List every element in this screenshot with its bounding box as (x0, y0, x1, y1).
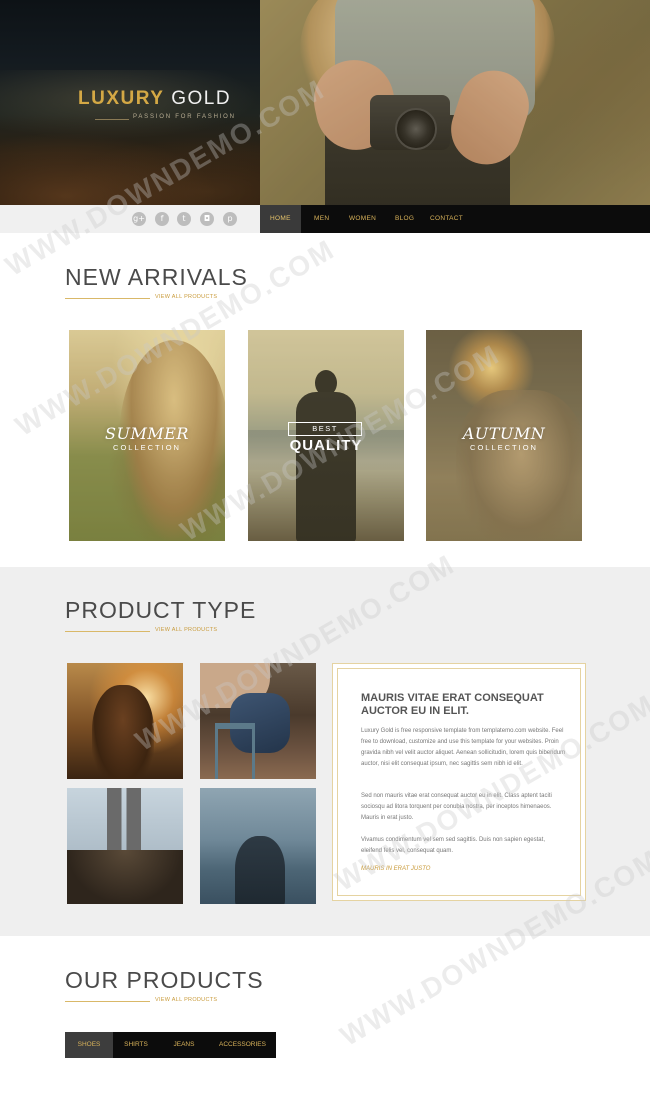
product-tabs: SHOES SHIRTS JEANS ACCESSORIES (65, 1032, 276, 1058)
our-products-view-all-link[interactable]: VIEW ALL PRODUCTS (155, 997, 217, 1003)
hero-camera-photo (260, 0, 650, 205)
our-products-title: OUR PRODUCTS (65, 967, 264, 993)
info-paragraph-3: Vivamus condimentum vel sem sed sagittis… (361, 837, 545, 854)
nav-item-women[interactable]: WOMEN (349, 205, 376, 233)
site-tagline: PASSION FOR FASHION (133, 114, 236, 120)
logo-gold-word: LUXURY (78, 88, 165, 109)
nav-item-blog[interactable]: BLOG (395, 205, 414, 233)
tab-shirts[interactable]: SHIRTS (113, 1032, 159, 1058)
social-bar: g+ f t ◘ p (0, 205, 260, 233)
product-type-title: PRODUCT TYPE (65, 597, 257, 623)
info-paragraph-1: Luxury Gold is free responsive template … (361, 728, 566, 767)
nav-item-men[interactable]: MEN (314, 205, 329, 233)
quality-label: QUALITY (289, 437, 363, 454)
nav-item-home[interactable]: HOME (260, 205, 301, 233)
product-thumb-jeans[interactable] (200, 663, 316, 779)
card-subtitle: COLLECTION (470, 443, 538, 452)
new-arrivals-view-all-link[interactable]: VIEW ALL PRODUCTS (155, 294, 217, 300)
nav-item-contact[interactable]: CONTACT (430, 205, 463, 233)
facebook-icon[interactable]: f (155, 212, 169, 226)
product-thumb-rocks[interactable] (67, 788, 183, 904)
instagram-icon[interactable]: ◘ (200, 212, 214, 226)
hero-banner: LUXURY GOLD PASSION FOR FASHION (0, 0, 650, 205)
product-type-underline (65, 631, 150, 632)
google-plus-icon[interactable]: g+ (132, 212, 146, 226)
best-label-box: BEST (288, 422, 362, 436)
pinterest-icon[interactable]: p (223, 212, 237, 226)
main-nav: HOME MEN WOMEN BLOG CONTACT (260, 205, 650, 233)
card-script-title: AUTUMN (462, 424, 546, 443)
new-arrivals-title: NEW ARRIVALS (65, 264, 248, 290)
tagline-block: PASSION FOR FASHION (95, 114, 245, 124)
card-subtitle: COLLECTION (113, 443, 181, 452)
tagline-divider (95, 119, 129, 120)
product-type-view-all-link[interactable]: VIEW ALL PRODUCTS (155, 627, 217, 633)
tab-jeans[interactable]: JEANS (159, 1032, 209, 1058)
new-arrivals-underline (65, 298, 150, 299)
card-script-title: SUMMER (105, 424, 189, 443)
site-logo[interactable]: LUXURY GOLD (78, 88, 248, 110)
twitter-icon[interactable]: t (177, 212, 191, 226)
best-quality-card[interactable]: BEST QUALITY (248, 330, 404, 541)
info-heading: MAURIS VITAE ERAT CONSEQUAT AUCTOR EU IN… (361, 692, 544, 717)
product-thumb-sunset[interactable] (67, 663, 183, 779)
product-thumb-sea[interactable] (200, 788, 316, 904)
summer-collection-card[interactable]: SUMMER COLLECTION (69, 330, 225, 541)
tab-accessories[interactable]: ACCESSORIES (209, 1032, 276, 1058)
info-paragraph-2: Sed non mauris vitae erat consequat auct… (361, 793, 552, 821)
product-info-box: MAURIS VITAE ERAT CONSEQUAT AUCTOR EU IN… (332, 663, 586, 901)
our-products-underline (65, 1001, 150, 1002)
logo-rest-word: GOLD (171, 88, 232, 109)
tab-shoes[interactable]: SHOES (65, 1032, 113, 1058)
info-read-more-link[interactable]: MAURIS IN ERAT JUSTO (361, 866, 430, 872)
autumn-collection-card[interactable]: AUTUMN COLLECTION (426, 330, 582, 541)
